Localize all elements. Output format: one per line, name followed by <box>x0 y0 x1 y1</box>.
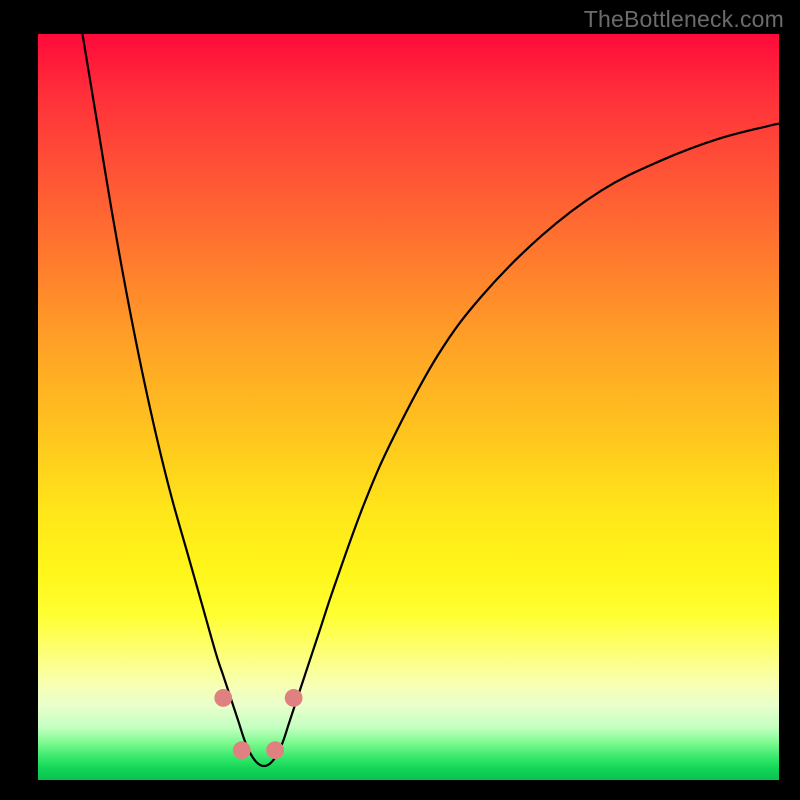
watermark-text: TheBottleneck.com <box>584 6 784 33</box>
series-curve <box>82 34 779 766</box>
plot-area <box>38 34 779 780</box>
right-lower-dot <box>266 741 284 759</box>
left-lower-dot <box>233 741 251 759</box>
chart-frame: TheBottleneck.com <box>0 0 800 800</box>
right-upper-dot <box>285 689 303 707</box>
curve-layer <box>38 34 779 780</box>
left-upper-dot <box>214 689 232 707</box>
